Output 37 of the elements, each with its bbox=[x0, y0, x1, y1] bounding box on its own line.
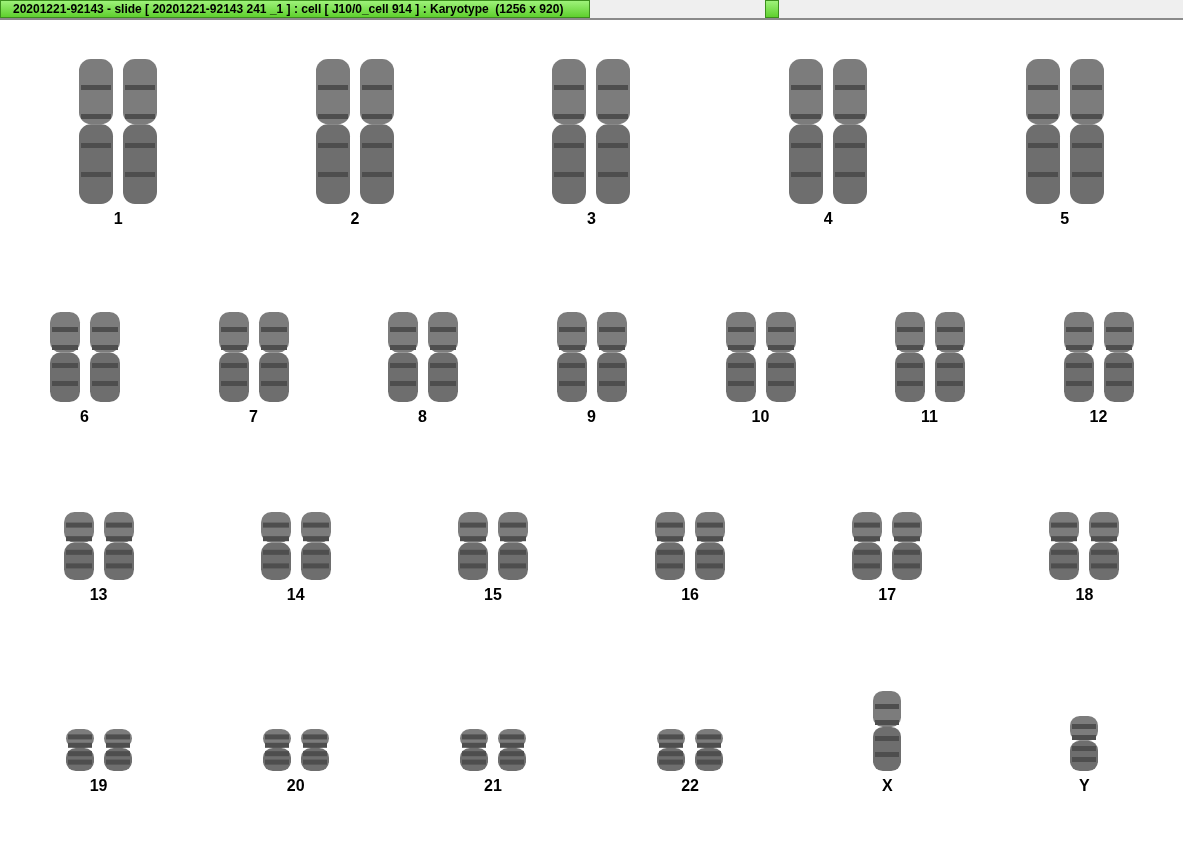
chromosome-pair-drawing bbox=[657, 729, 724, 771]
chromosome-label: 18 bbox=[1075, 586, 1094, 604]
chromosome-label: 22 bbox=[681, 777, 699, 795]
chromosome-label: 21 bbox=[484, 777, 502, 795]
chromosome-pair-drawing bbox=[260, 512, 331, 580]
chromosome-drawing bbox=[1070, 716, 1099, 771]
chromosome-pair-drawing bbox=[262, 729, 329, 771]
chromosome-label: 17 bbox=[878, 586, 897, 604]
chromosome-label: 12 bbox=[1089, 408, 1108, 426]
chromosome-label: 6 bbox=[80, 408, 89, 426]
chromosome-label: 8 bbox=[418, 408, 427, 426]
chromosome-pair-drawing bbox=[457, 512, 528, 580]
chromosome-label: 11 bbox=[921, 408, 938, 426]
chromosome-label: 4 bbox=[823, 210, 833, 228]
chromosome-label: 1 bbox=[113, 210, 123, 228]
chromosome-label: 13 bbox=[89, 586, 108, 604]
chromosome-pair-drawing bbox=[1049, 512, 1120, 580]
chromosome-label: 3 bbox=[587, 210, 596, 228]
chromosome-label: 16 bbox=[681, 586, 699, 604]
chromosome-label: 9 bbox=[587, 408, 596, 426]
chromosome-label: 10 bbox=[751, 408, 770, 426]
chromosome-label: Y bbox=[1079, 777, 1090, 795]
chromosome-label: X bbox=[881, 777, 893, 795]
chromosome-label: 5 bbox=[1060, 210, 1070, 228]
window-title: 20201221-92143 - slide [ 20201221-92143 241 _1 ] : cell [ J10/0_cell 914 ] : Karyotype (1256 x 920) bbox=[0, 0, 590, 18]
chromosome-label: 7 bbox=[249, 408, 258, 426]
chromosome-label: 14 bbox=[286, 586, 305, 604]
chromosome-pair-drawing bbox=[655, 512, 726, 580]
chromosome-pair-drawing bbox=[63, 512, 134, 580]
chromosome-label: 15 bbox=[484, 586, 502, 604]
status-block bbox=[765, 0, 779, 18]
chromosome-pair-drawing bbox=[459, 729, 526, 771]
chromosome-pair-drawing bbox=[852, 512, 923, 580]
chromosome-label: 20 bbox=[286, 777, 305, 795]
chromosome-pair-drawing bbox=[65, 729, 132, 771]
chromosome-label: 19 bbox=[89, 777, 108, 795]
chromosome-label: 2 bbox=[350, 210, 360, 228]
